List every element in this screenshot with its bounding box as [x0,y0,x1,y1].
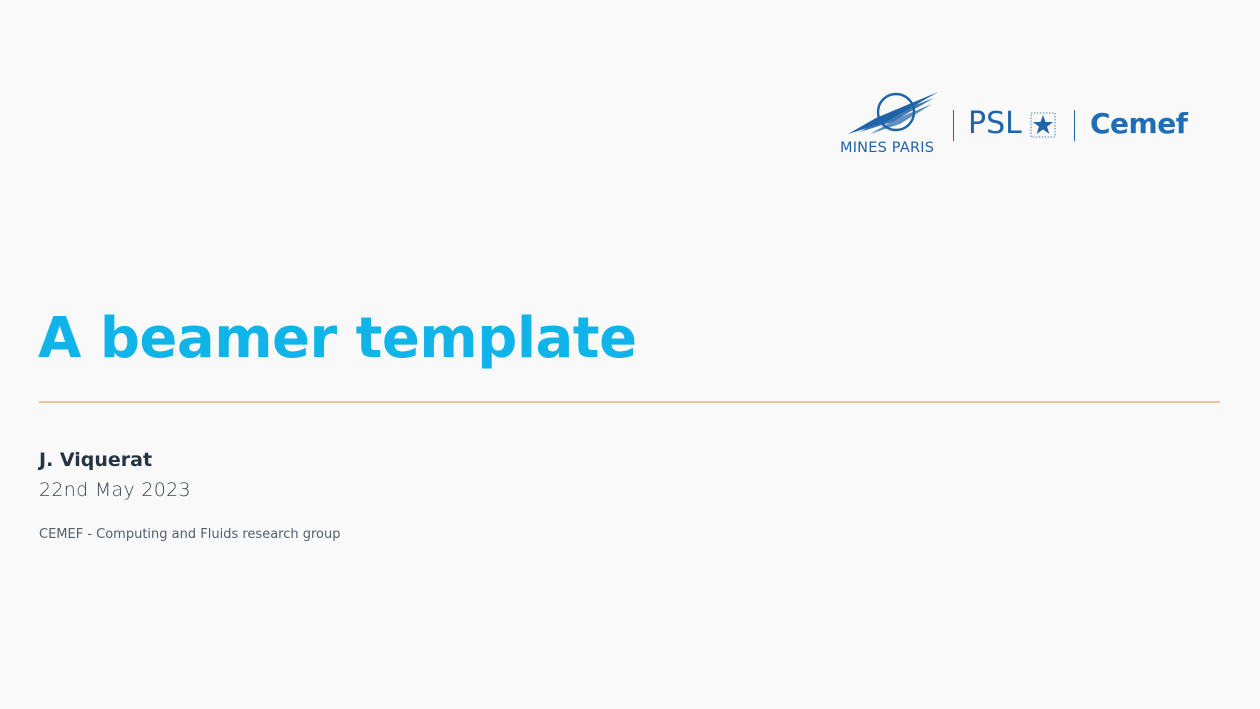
logo-divider [1074,110,1075,141]
slide-title: A beamer template [38,306,637,371]
affiliation-text: CEMEF - Computing and Fluids research gr… [39,527,341,542]
presentation-date: 22nd May 2023 [39,479,191,501]
title-slide: MINES PARIS PSL Cemef A beamer template … [0,0,1260,709]
author-name: J. Viquerat [39,449,153,471]
institution-logos: MINES PARIS PSL Cemef [838,88,1188,160]
mines-paris-label: MINES PARIS [840,140,935,156]
logo-divider [953,110,954,141]
title-divider [39,401,1220,403]
star-icon [1030,112,1056,138]
mines-emblem-icon [848,92,938,134]
psl-label: PSL [968,106,1022,141]
cemef-logo-label: Cemef [1090,107,1188,140]
